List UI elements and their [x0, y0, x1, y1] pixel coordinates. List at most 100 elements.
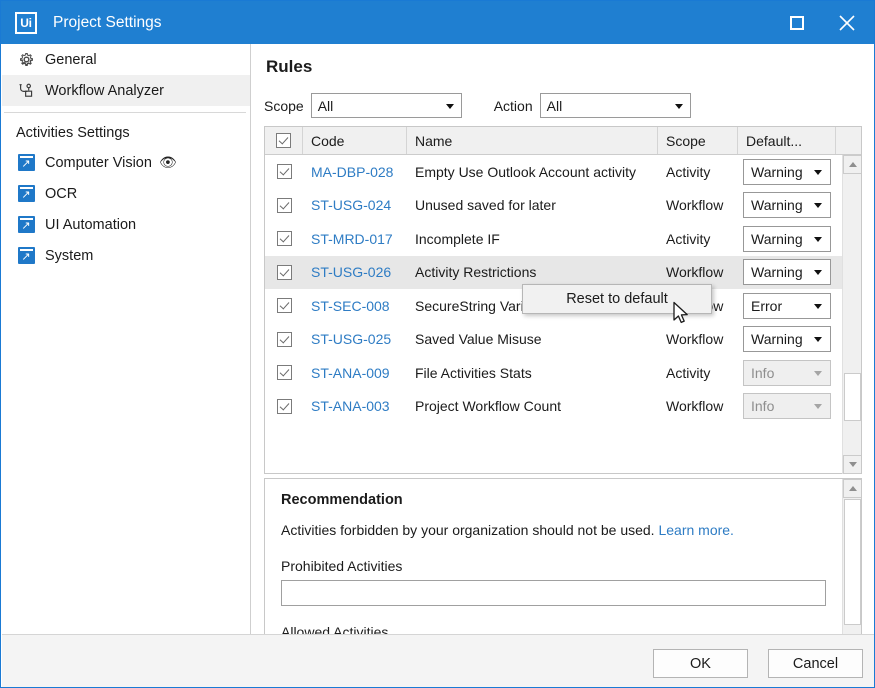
- sidebar-divider: [4, 112, 246, 113]
- cell-code[interactable]: MA-DBP-028: [303, 155, 407, 189]
- row-checkbox[interactable]: [277, 332, 292, 347]
- prohibited-activities-label: Prohibited Activities: [281, 558, 828, 574]
- cell-default-action: Warning: [738, 226, 836, 252]
- cancel-button[interactable]: Cancel: [768, 649, 863, 678]
- table-row[interactable]: ST-MRD-017 Incomplete IFActivity Warning: [265, 222, 861, 256]
- cell-default-action: Info: [738, 393, 836, 419]
- row-checkbox[interactable]: [277, 265, 292, 280]
- rule-code-link[interactable]: ST-USG-026: [311, 264, 391, 280]
- table-scrollbar-thumb[interactable]: [844, 373, 861, 421]
- rule-code-link[interactable]: MA-DBP-028: [311, 164, 393, 180]
- row-checkbox[interactable]: [277, 231, 292, 246]
- severity-value: Warning: [751, 231, 803, 247]
- cell-code[interactable]: ST-USG-026: [303, 256, 407, 290]
- severity-select[interactable]: Warning: [743, 226, 831, 252]
- severity-value: Warning: [751, 264, 803, 280]
- action-filter-value: All: [547, 98, 563, 114]
- row-checkbox-cell[interactable]: [265, 256, 303, 290]
- maximize-button[interactable]: [774, 1, 820, 44]
- window-controls: [774, 1, 874, 44]
- scope-filter-label: Scope: [264, 98, 304, 114]
- column-header-name[interactable]: Name: [407, 127, 658, 154]
- severity-select[interactable]: Warning: [743, 326, 831, 352]
- ok-button[interactable]: OK: [653, 649, 748, 678]
- table-row[interactable]: ST-ANA-009File Activities StatsActivityI…: [265, 356, 861, 390]
- sidebar-item-general[interactable]: General: [2, 44, 250, 75]
- sidebar-item-computer-vision[interactable]: ↗ Computer Vision 👁: [2, 147, 250, 178]
- scope-filter-select[interactable]: All: [311, 93, 462, 118]
- row-checkbox[interactable]: [277, 198, 292, 213]
- column-header-code[interactable]: Code: [303, 127, 407, 154]
- action-filter-select[interactable]: All: [540, 93, 691, 118]
- cell-code[interactable]: ST-USG-024: [303, 189, 407, 223]
- scroll-down-button[interactable]: [843, 455, 861, 474]
- sidebar-item-system[interactable]: ↗ System: [2, 240, 250, 271]
- cell-code[interactable]: ST-USG-025: [303, 323, 407, 357]
- table-scrollbar[interactable]: [842, 155, 861, 474]
- context-menu: Reset to default: [522, 284, 712, 314]
- sidebar-item-ui-automation[interactable]: ↗ UI Automation: [2, 209, 250, 240]
- row-checkbox[interactable]: [277, 399, 292, 414]
- severity-select: Info: [743, 360, 831, 386]
- table-row[interactable]: MA-DBP-028Empty Use Outlook Account acti…: [265, 155, 861, 189]
- cell-scope: Activity: [658, 222, 738, 256]
- sidebar-item-computer-vision-label: Computer Vision: [45, 155, 152, 171]
- package-link-icon: ↗: [16, 153, 36, 173]
- select-all-header[interactable]: [265, 127, 303, 154]
- scroll-up-button[interactable]: [843, 479, 862, 498]
- prohibited-activities-input[interactable]: [281, 580, 826, 606]
- package-link-icon: ↗: [16, 246, 36, 266]
- cell-name: Incomplete IF: [407, 222, 658, 256]
- rule-code-link[interactable]: ST-USG-025: [311, 331, 391, 347]
- rule-code-link[interactable]: ST-ANA-003: [311, 398, 390, 414]
- severity-select[interactable]: Error: [743, 293, 831, 319]
- table-row[interactable]: ST-USG-025Saved Value MisuseWorkflowWarn…: [265, 323, 861, 357]
- table-row[interactable]: ST-USG-024Unused saved for laterWorkflow…: [265, 189, 861, 223]
- rule-code-link[interactable]: ST-MRD-017: [311, 231, 393, 247]
- row-checkbox-cell[interactable]: [265, 356, 303, 390]
- cell-default-action: Info: [738, 360, 836, 386]
- column-header-scope[interactable]: Scope: [658, 127, 738, 154]
- cell-code[interactable]: ST-MRD-017: [303, 222, 407, 256]
- recommendation-text: Activities forbidden by your organizatio…: [281, 522, 828, 538]
- sidebar-item-general-label: General: [45, 52, 97, 68]
- rule-code-link[interactable]: ST-ANA-009: [311, 365, 390, 381]
- rule-code-link[interactable]: ST-USG-024: [311, 197, 391, 213]
- sidebar-item-ocr[interactable]: ↗ OCR: [2, 178, 250, 209]
- row-checkbox-cell[interactable]: [265, 189, 303, 223]
- row-checkbox[interactable]: [277, 298, 292, 313]
- chevron-down-icon: [814, 337, 822, 342]
- gear-icon: [16, 50, 36, 70]
- chevron-down-icon: [446, 104, 454, 109]
- close-button[interactable]: [820, 1, 874, 44]
- severity-select[interactable]: Warning: [743, 159, 831, 185]
- sidebar-item-ui-automation-label: UI Automation: [45, 217, 136, 233]
- row-checkbox[interactable]: [277, 164, 292, 179]
- scroll-up-button[interactable]: [843, 155, 861, 174]
- sidebar-item-workflow-analyzer[interactable]: Workflow Analyzer: [2, 75, 250, 106]
- table-row[interactable]: ST-ANA-003Project Workflow CountWorkflow…: [265, 390, 861, 424]
- row-checkbox-cell[interactable]: [265, 289, 303, 323]
- rule-code-link[interactable]: ST-SEC-008: [311, 298, 390, 314]
- row-checkbox-cell[interactable]: [265, 155, 303, 189]
- project-settings-dialog: Ui Project Settings General: [0, 0, 875, 688]
- cell-code[interactable]: ST-ANA-009: [303, 356, 407, 390]
- column-header-default-action[interactable]: Default...: [738, 127, 836, 154]
- learn-more-link[interactable]: Learn more.: [658, 522, 733, 538]
- chevron-down-icon: [814, 203, 822, 208]
- row-checkbox[interactable]: [277, 365, 292, 380]
- sidebar-group-activities-settings: Activities Settings: [2, 119, 250, 147]
- cell-code[interactable]: ST-SEC-008: [303, 289, 407, 323]
- row-checkbox-cell[interactable]: [265, 222, 303, 256]
- severity-select[interactable]: Warning: [743, 259, 831, 285]
- cell-name: File Activities Stats: [407, 356, 658, 390]
- severity-select[interactable]: Warning: [743, 192, 831, 218]
- chevron-down-icon: [814, 270, 822, 275]
- recommendation-scrollbar-thumb[interactable]: [844, 499, 861, 625]
- page-title: Rules: [266, 57, 312, 77]
- cell-code[interactable]: ST-ANA-003: [303, 390, 407, 424]
- context-menu-item-reset-to-default[interactable]: Reset to default: [523, 285, 711, 313]
- row-checkbox-cell[interactable]: [265, 390, 303, 424]
- select-all-checkbox[interactable]: [276, 133, 291, 148]
- row-checkbox-cell[interactable]: [265, 323, 303, 357]
